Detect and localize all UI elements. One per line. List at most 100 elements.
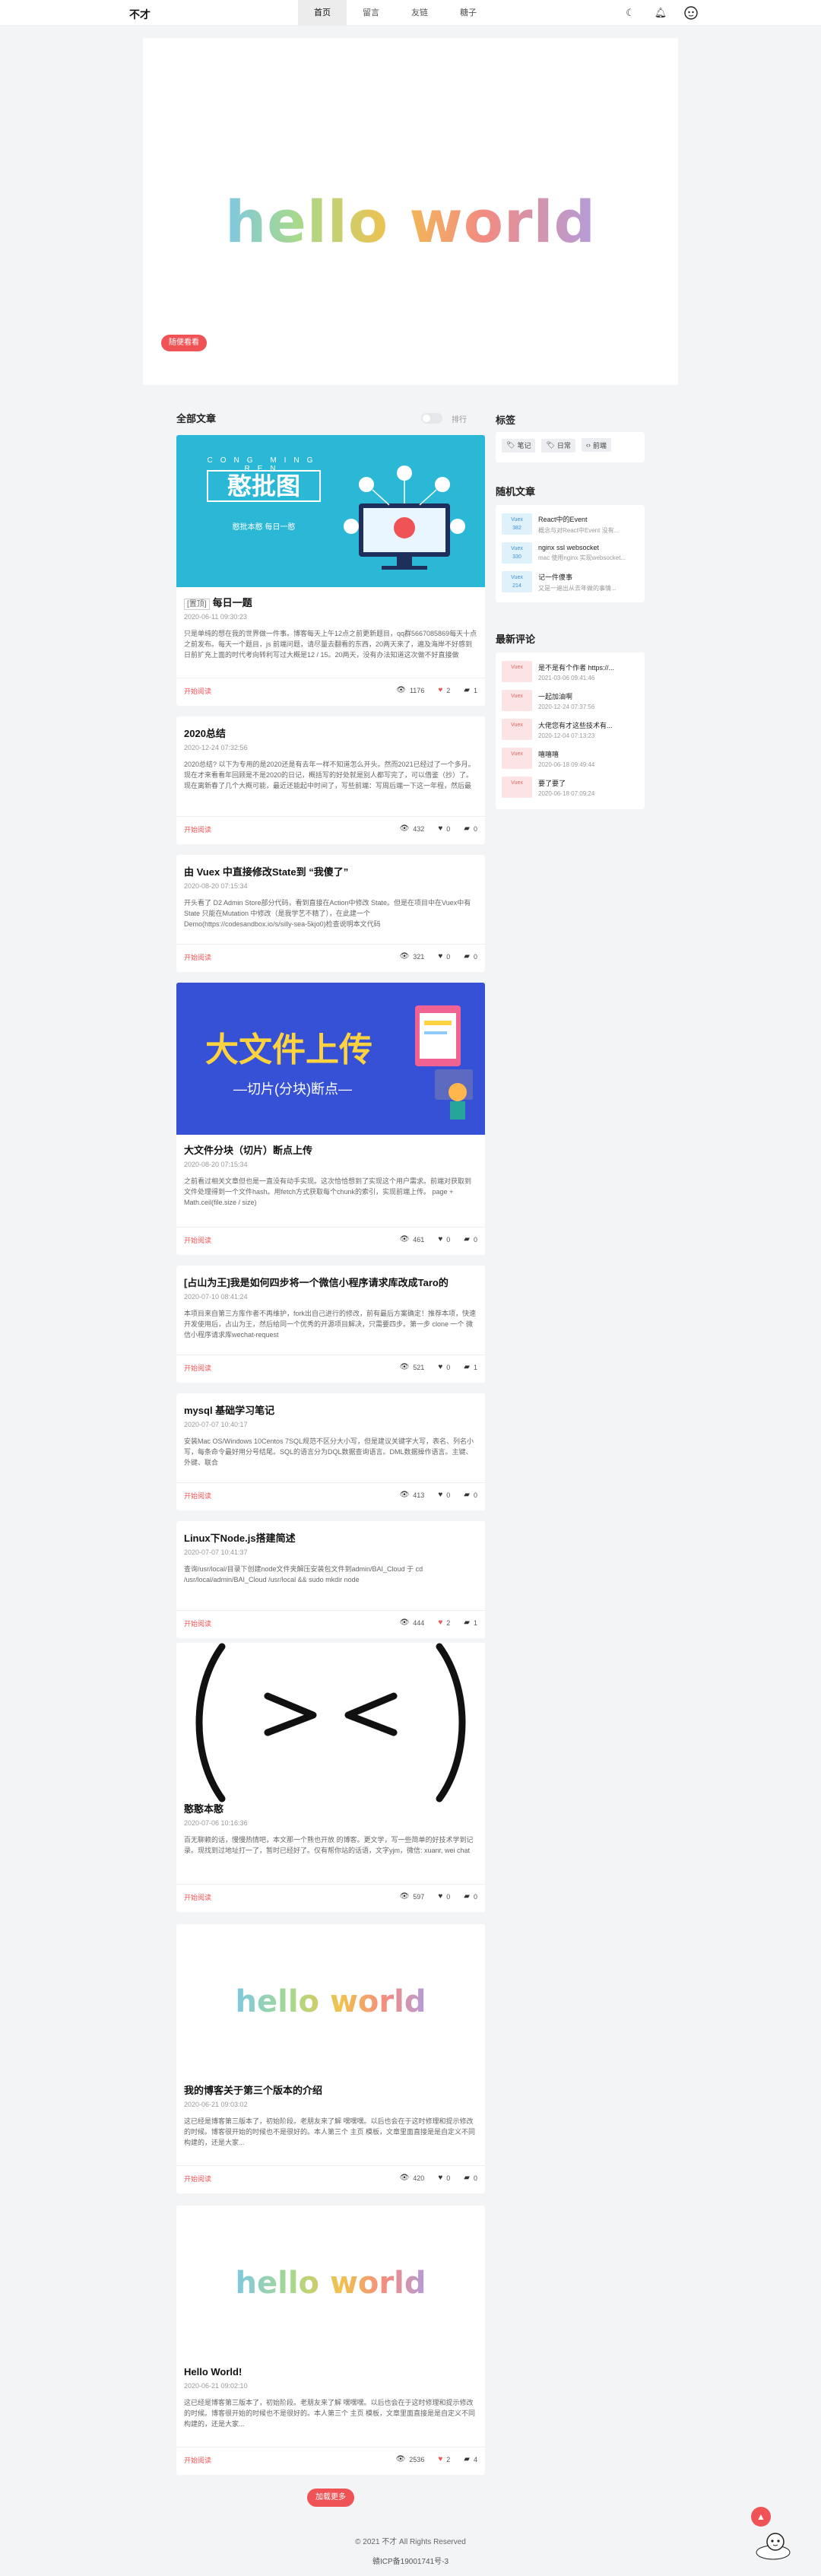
svg-text:hello world: hello world bbox=[225, 188, 596, 256]
post-title[interactable]: 2020总结 bbox=[184, 727, 477, 741]
post-title[interactable]: 憨憨本憨 bbox=[184, 1803, 477, 1816]
read-more-link[interactable]: 开始阅读 bbox=[184, 2455, 211, 2465]
comment-icon: ▰ bbox=[464, 1235, 470, 1244]
main-nav: 首页 留言 友链 糖子 bbox=[298, 0, 493, 26]
likes-stat[interactable]: ♥ 0 bbox=[438, 1235, 450, 1244]
post-card[interactable]: mysql 基础学习笔记 2020-07-07 10:40:17 安装Mac O… bbox=[176, 1393, 485, 1510]
post-title[interactable]: [占山为王]我是如何四步将一个微信小程序请求库改成Taro的 bbox=[184, 1276, 477, 1290]
likes-stat[interactable]: ♥ 2 bbox=[438, 2455, 450, 2463]
random-post-title: React中的Event bbox=[538, 515, 588, 523]
random-post-title: nginx ssl websocket bbox=[538, 544, 600, 551]
likes-stat[interactable]: ♥ 2 bbox=[438, 686, 450, 694]
likes-stat[interactable]: ♥ 0 bbox=[438, 1491, 450, 1499]
comments-stat: ▰ 0 bbox=[464, 952, 477, 961]
nav-home[interactable]: 首页 bbox=[298, 0, 347, 26]
post-title[interactable]: Linux下Node.js搭建简述 bbox=[184, 1532, 477, 1545]
comments-panel: Vuex 是不是有个作者 https://... 2021-03-06 09:41… bbox=[496, 653, 645, 809]
comments-stat: ▰ 0 bbox=[464, 1892, 477, 1901]
read-more-link[interactable]: 开始阅读 bbox=[184, 1618, 211, 1628]
back-to-top-icon[interactable]: ▲ bbox=[751, 2507, 771, 2527]
comment-date: 2020-06-18 07:09:24 bbox=[538, 789, 595, 797]
post-title[interactable]: [置顶] 每日一题 bbox=[184, 596, 477, 610]
comments-stat: ▰ 4 bbox=[464, 2455, 477, 2463]
read-more-link[interactable]: 开始阅读 bbox=[184, 824, 211, 834]
moon-icon[interactable]: ☾ bbox=[623, 6, 637, 20]
likes-stat[interactable]: ♥ 0 bbox=[438, 2174, 450, 2182]
read-more-link[interactable]: 开始阅读 bbox=[184, 1892, 211, 1902]
comment-icon: ▰ bbox=[464, 1363, 470, 1371]
heart-icon: ♥ bbox=[438, 952, 443, 961]
post-title[interactable]: 由 Vuex 中直接修改State到 “我傻了” bbox=[184, 866, 477, 879]
post-cover: hello world bbox=[176, 1924, 485, 2084]
bell-icon[interactable]: 🔔︎ bbox=[654, 6, 667, 20]
post-title[interactable]: 我的博客关于第三个版本的介绍 bbox=[184, 2084, 477, 2098]
browse-random-button[interactable]: 随便看看 bbox=[161, 335, 207, 351]
post-card[interactable]: 大文件上传 —切片(分块)断点— 大文件分块（切片）断点上传 2020-08-2… bbox=[176, 983, 485, 1255]
nav-messages[interactable]: 留言 bbox=[347, 0, 395, 26]
post-title[interactable]: 大文件分块（切片）断点上传 bbox=[184, 1144, 477, 1158]
comment-text: 是不是有个作者 https://... bbox=[538, 663, 615, 672]
random-panel: Vuex 382 React中的Event 概念与对React中Event 没有.… bbox=[496, 505, 645, 602]
post-card[interactable]: 憨憨本憨 2020-07-06 10:16:36 百无聊赖的话，慢慢热情吧，本文… bbox=[176, 1643, 485, 1912]
comment-item[interactable]: Vuex 一起加油啊 2020-12-24 07:37:56 bbox=[496, 686, 645, 715]
post-card[interactable]: Linux下Node.js搭建简述 2020-07-07 10:41:37 查询… bbox=[176, 1521, 485, 1638]
comments-stat: ▰ 1 bbox=[464, 1363, 477, 1371]
post-card[interactable]: hello world Hello World! 2020-06-21 09:0… bbox=[176, 2206, 485, 2475]
random-post-item[interactable]: Vuex 330 nginx ssl websocket mac 使用nginx … bbox=[496, 538, 645, 567]
tag-daily[interactable]: 🏷︎ 日常 bbox=[541, 438, 575, 453]
tag-frontend[interactable]: ‹› 前端 bbox=[581, 438, 611, 452]
read-more-link[interactable]: 开始阅读 bbox=[184, 2174, 211, 2184]
comment-date: 2021-03-06 09:41:46 bbox=[538, 674, 595, 681]
post-card[interactable]: 2020总结 2020-12-24 07:32:56 2020总结? 以下为专用… bbox=[176, 716, 485, 844]
comment-icon: ▰ bbox=[464, 824, 470, 833]
heart-icon: ♥ bbox=[438, 824, 443, 833]
comment-item[interactable]: Vuex 大佬您有才这些技术有... 2020-12-04 07:13:23 bbox=[496, 715, 645, 744]
comments-stat: ▰ 1 bbox=[464, 1618, 477, 1627]
nav-links[interactable]: 友链 bbox=[395, 0, 444, 26]
likes-stat[interactable]: ♥ 0 bbox=[438, 1892, 450, 1901]
post-date: 2020-06-11 09:30:23 bbox=[184, 613, 247, 621]
comment-item[interactable]: Vuex 嘻嘻嘻 2020-06-18 09:49:44 bbox=[496, 744, 645, 773]
random-post-item[interactable]: Vuex 214 记一件傻事 又是一遍出从去年做的事情... bbox=[496, 567, 645, 596]
read-more-link[interactable]: 开始阅读 bbox=[184, 1235, 211, 1245]
post-thumb: Vuex 330 bbox=[502, 542, 532, 564]
site-brand[interactable]: 不才 bbox=[129, 7, 151, 22]
post-title[interactable]: mysql 基础学习笔记 bbox=[184, 1404, 477, 1418]
read-more-link[interactable]: 开始阅读 bbox=[184, 686, 211, 696]
post-date: 2020-07-06 10:16:36 bbox=[184, 1819, 248, 1827]
mascot-icon bbox=[756, 2533, 791, 2560]
post-date: 2020-12-24 07:32:56 bbox=[184, 744, 248, 751]
read-more-link[interactable]: 开始阅读 bbox=[184, 952, 211, 962]
likes-stat[interactable]: ♥ 2 bbox=[438, 1618, 450, 1627]
views-stat: 👁︎ 413 bbox=[399, 1491, 425, 1499]
post-card[interactable]: [占山为王]我是如何四步将一个微信小程序请求库改成Taro的 2020-07-1… bbox=[176, 1266, 485, 1383]
eye-icon: 👁︎ bbox=[399, 824, 410, 833]
eye-icon: 👁︎ bbox=[399, 1892, 410, 1901]
tag-notes[interactable]: 🏷︎ 笔记 bbox=[502, 438, 536, 453]
eye-icon: 👁︎ bbox=[399, 1363, 410, 1371]
load-more-button[interactable]: 加载更多 bbox=[307, 2489, 354, 2507]
top-navbar: 不才 首页 留言 友链 糖子 ☾ 🔔︎ bbox=[0, 0, 821, 26]
comment-item[interactable]: Vuex 是不是有个作者 https://... 2021-03-06 09:41… bbox=[496, 657, 645, 686]
heart-icon: ♥ bbox=[438, 686, 443, 694]
post-card[interactable]: CONG MING REN 憨批图 憨批本憨 每日一憨 [置顶] 每日一题 202… bbox=[176, 435, 485, 706]
likes-stat[interactable]: ♥ 0 bbox=[438, 952, 450, 961]
post-card[interactable]: 由 Vuex 中直接修改State到 “我傻了” 2020-08-20 07:1… bbox=[176, 855, 485, 972]
comment-item[interactable]: Vuex 要了要了 2020-06-18 07:09:24 bbox=[496, 773, 645, 802]
avatar[interactable] bbox=[684, 6, 698, 20]
icp-record[interactable]: 赣ICP备19001741号-3 bbox=[0, 2555, 821, 2566]
post-title[interactable]: Hello World! bbox=[184, 2365, 477, 2379]
read-more-link[interactable]: 开始阅读 bbox=[184, 1363, 211, 1373]
likes-stat[interactable]: ♥ 0 bbox=[438, 824, 450, 833]
comment-date: 2020-06-18 09:49:44 bbox=[538, 761, 595, 768]
random-post-item[interactable]: Vuex 382 React中的Event 概念与对React中Event 没有.… bbox=[496, 510, 645, 538]
post-thumb: Vuex 214 bbox=[502, 571, 532, 592]
post-card[interactable]: hello world 我的博客关于第三个版本的介绍 2020-06-21 09… bbox=[176, 1924, 485, 2193]
likes-stat[interactable]: ♥ 0 bbox=[438, 1363, 450, 1371]
nav-tangzi[interactable]: 糖子 bbox=[444, 0, 493, 26]
random-post-summary: 概念与对React中Event 没有... bbox=[538, 526, 620, 534]
rank-toggle[interactable] bbox=[421, 413, 442, 424]
hello-world-cover: hello world bbox=[236, 2266, 426, 2301]
comment-icon: ▰ bbox=[464, 1491, 470, 1499]
read-more-link[interactable]: 开始阅读 bbox=[184, 1491, 211, 1501]
